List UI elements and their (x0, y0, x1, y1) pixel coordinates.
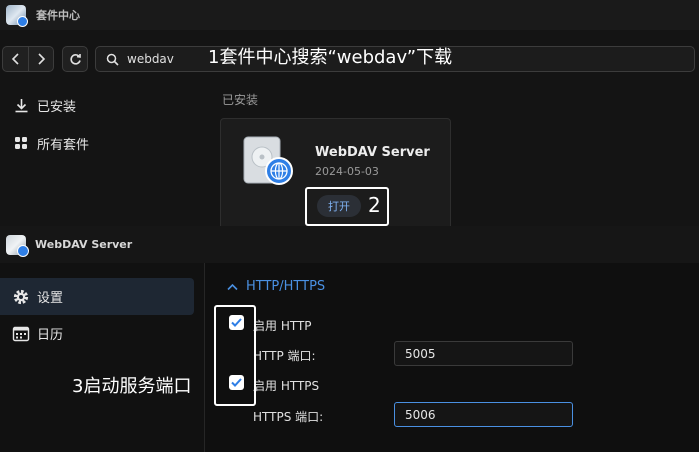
sidebar-item-label: 设置 (37, 291, 64, 306)
section-header-http-https[interactable]: HTTP/HTTPS (227, 279, 325, 294)
http-port-label: HTTP 端口: (253, 349, 316, 363)
window-title: 套件中心 (36, 9, 80, 22)
https-port-input[interactable] (394, 402, 573, 427)
package-name: WebDAV Server (315, 145, 430, 160)
nav-button-group (2, 46, 54, 72)
sidebar-item-installed[interactable]: 已安装 (0, 86, 205, 124)
http-port-input[interactable] (394, 341, 573, 366)
chevron-up-icon (227, 283, 238, 291)
sidebar-item-label: 已安装 (37, 99, 77, 115)
webdav-package-icon (243, 136, 293, 185)
package-center-titlebar: 套件中心 (0, 0, 699, 30)
package-center-main: 已安装 WebDAV Server 2024-05-03 打开 (205, 78, 699, 230)
sidebar-item-label: 日历 (37, 328, 64, 343)
https-port-label: HTTPS 端口: (253, 410, 324, 424)
enable-http-label: 启用 HTTP (253, 319, 312, 333)
sidebar-item-calendar[interactable]: 日历 (0, 315, 194, 352)
gear-icon (11, 287, 31, 307)
webdav-settings-panel: HTTP/HTTPS 启用 HTTP HTTP 端口: 启用 HTTPS HTT… (205, 263, 699, 452)
search-icon (106, 53, 119, 66)
enable-https-label: 启用 HTTPS (253, 379, 320, 393)
instruction-annotation-1: 1套件中心搜索“webdav”下载 (208, 47, 453, 68)
download-icon (13, 97, 29, 113)
grid-icon (13, 135, 29, 151)
calendar-icon (11, 324, 31, 344)
search-input[interactable] (127, 52, 217, 66)
webdav-app-icon (6, 234, 29, 257)
package-center-sidebar: 已安装 所有套件 (0, 86, 205, 226)
refresh-icon (69, 53, 81, 65)
package-center-app-icon (6, 5, 28, 27)
webdav-sidebar: 设置 日历 (0, 263, 204, 452)
screenshot-root: 套件中心 1套件中心搜索“webdav”下载 (0, 0, 699, 452)
sidebar-item-all-packages[interactable]: 所有套件 (0, 124, 205, 162)
webdav-server-window: WebDAV Server 设置 日历 HTTP/HTTPS 启用 HTTP H… (0, 226, 699, 452)
chevron-left-icon (11, 53, 19, 65)
webdav-titlebar: WebDAV Server (0, 226, 699, 263)
sidebar-item-settings[interactable]: 设置 (0, 278, 194, 315)
chevron-right-icon (38, 53, 46, 65)
sidebar-item-label: 所有套件 (37, 137, 90, 153)
section-title: HTTP/HTTPS (246, 279, 326, 294)
instruction-annotation-3: 3启动服务端口 (72, 376, 192, 397)
annotation-box-3 (214, 305, 256, 406)
package-date: 2024-05-03 (315, 165, 379, 178)
annotation-number-2: 2 (368, 193, 381, 217)
forward-button[interactable] (28, 47, 53, 71)
installed-section-label: 已安装 (222, 93, 259, 107)
refresh-button[interactable] (62, 46, 88, 72)
back-button[interactable] (3, 47, 28, 71)
package-center-window: 套件中心 1套件中心搜索“webdav”下载 (0, 0, 699, 230)
webdav-window-title: WebDAV Server (35, 238, 133, 251)
